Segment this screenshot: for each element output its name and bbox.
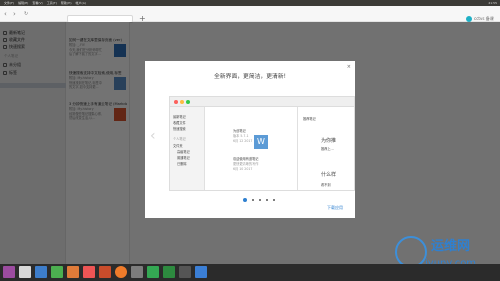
- watermark-name: 运维网: [431, 239, 471, 254]
- preview-sidebar: 最新笔记 收藏文件 快速搜索 个人笔记 文件夹 高级笔记 普通笔记 已删除: [170, 107, 205, 190]
- welcome-dialog: × 全新界面，更简洁，更清新! ‹ › 最新笔记 收藏文件 快速搜索 个人笔记 …: [145, 61, 355, 218]
- back-icon[interactable]: ‹: [4, 10, 7, 18]
- preview-sidebar-item: 已删除: [177, 162, 187, 166]
- preview-note-title: 欢迎使用有道笔记: [233, 157, 259, 161]
- preview-sidebar-heading: 个人笔记: [173, 137, 186, 141]
- presentation-icon[interactable]: [67, 266, 79, 278]
- preview-note-title: 为创笔记: [233, 129, 246, 133]
- pager-dot-active[interactable]: [243, 198, 247, 202]
- software-icon[interactable]: [99, 266, 111, 278]
- preview-note-meta: 更快更清晰的写作: [233, 162, 259, 166]
- minimize-dot: [180, 100, 184, 104]
- sheets-icon[interactable]: [163, 266, 175, 278]
- preview-editor-text: 看不到: [321, 183, 331, 187]
- prev-slide-button[interactable]: ‹: [150, 128, 156, 144]
- spreadsheet-icon[interactable]: [51, 266, 63, 278]
- preview-editor-text: 什么样: [321, 172, 337, 178]
- forward-icon[interactable]: ›: [13, 10, 16, 18]
- pager-dot[interactable]: [259, 199, 261, 201]
- preview-note-date: 6月 12 2017: [233, 139, 253, 143]
- preview-sidebar-item: 高级笔记: [177, 150, 190, 154]
- settings-icon[interactable]: [131, 266, 143, 278]
- refresh-icon[interactable]: ↻: [24, 10, 28, 18]
- slide-pager: [243, 198, 275, 202]
- close-icon[interactable]: ×: [347, 64, 351, 70]
- launcher-icon[interactable]: [3, 266, 15, 278]
- preview-sidebar-item: 收藏文件: [173, 121, 186, 125]
- preview-sidebar-item: 快速搜索: [173, 127, 186, 131]
- app-store-icon[interactable]: [83, 266, 95, 278]
- desktop: 文件(F) 编辑(E) 查看(V) 工具(T) 帮助(H) 帐户(A) 21:5…: [0, 0, 500, 281]
- writer-icon[interactable]: [195, 266, 207, 278]
- preview-note-date: 6月 10 2017: [233, 167, 253, 171]
- app-logo-icon: W: [254, 135, 268, 149]
- pager-dot[interactable]: [273, 199, 275, 201]
- preview-sidebar-item: 最新笔记: [173, 115, 186, 119]
- preview-sidebar-item: 普通笔记: [177, 156, 190, 160]
- document-icon[interactable]: [35, 266, 47, 278]
- preview-editor-text: 推荐上...: [321, 147, 334, 151]
- firefox-icon[interactable]: [115, 266, 127, 278]
- taskbar: [0, 264, 500, 281]
- pager-dot[interactable]: [252, 199, 254, 201]
- calc-icon[interactable]: [147, 266, 159, 278]
- maximize-dot: [186, 100, 190, 104]
- preview-note-list: 为创笔记 版本 5.7.1 6月 12 2017 W 欢迎使用有道笔记 更快更清…: [206, 107, 298, 190]
- preview-screenshot: 最新笔记 收藏文件 快速搜索 个人笔记 文件夹 高级笔记 普通笔记 已删除 为创…: [169, 96, 355, 191]
- close-dot: [174, 100, 178, 104]
- dialog-title: 全新界面，更简洁，更清新!: [214, 74, 286, 80]
- pager-dot[interactable]: [266, 199, 268, 201]
- preview-editor-text: 为你推: [321, 138, 337, 144]
- preview-note-meta: 版本 5.7.1: [233, 134, 249, 138]
- skip-link[interactable]: 下载应用: [327, 205, 343, 210]
- terminal-icon[interactable]: [179, 266, 191, 278]
- preview-sidebar-item: 文件夹: [173, 144, 183, 148]
- preview-editor-heading: 推荐笔记: [303, 117, 316, 121]
- app-toolbar: ‹ › ↻ + cctvs 备课: [0, 6, 500, 23]
- preview-editor: 推荐笔记 为你推 推荐上... 什么样 看不到: [299, 107, 354, 190]
- files-icon[interactable]: [19, 266, 31, 278]
- preview-titlebar: [170, 97, 354, 107]
